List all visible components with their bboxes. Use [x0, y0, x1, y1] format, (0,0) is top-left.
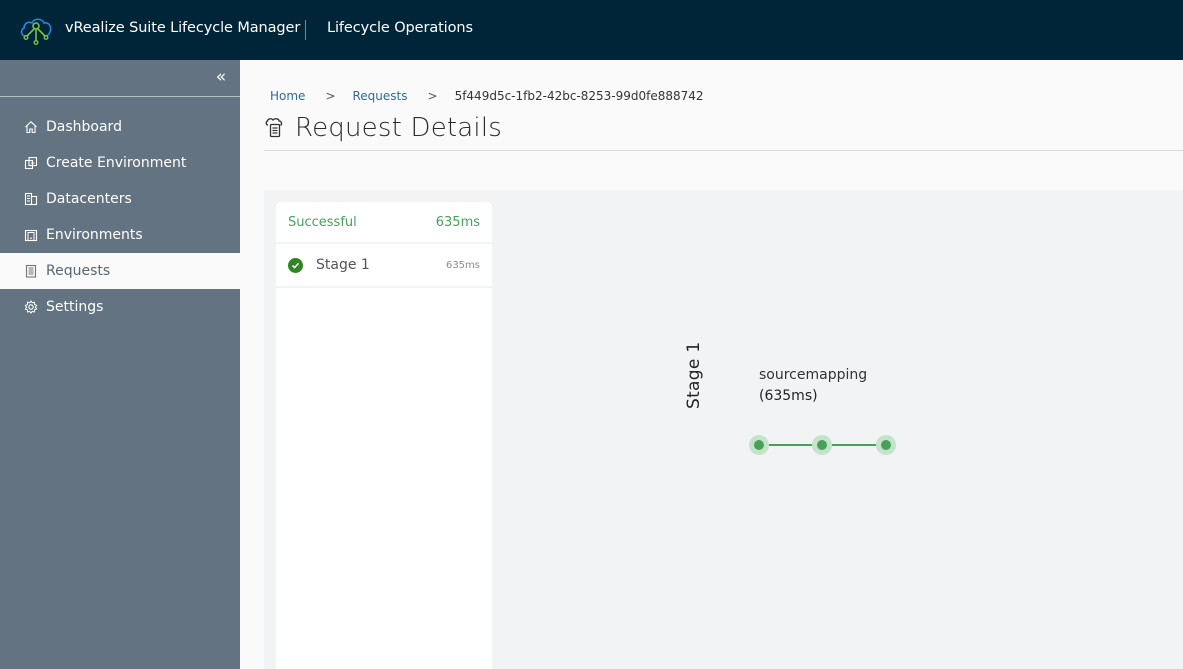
- sidebar-item-label: Create Environment: [46, 155, 186, 171]
- sidebar-item-label: Dashboard: [46, 119, 122, 135]
- graph-node-task[interactable]: [812, 435, 832, 455]
- double-chevron-left-icon: «: [216, 67, 226, 87]
- breadcrumb-home[interactable]: Home: [270, 89, 305, 103]
- sidebar-item-label: Datacenters: [46, 191, 132, 207]
- sidebar: « Dashboard Create Environment Datacente…: [0, 60, 240, 669]
- sidebar-item-datacenters[interactable]: Datacenters: [0, 181, 240, 217]
- request-details-icon: [264, 117, 286, 139]
- sidebar-item-label: Settings: [46, 299, 103, 315]
- stage-graph-label: Stage 1: [684, 342, 704, 409]
- stage-graph: Stage 1 sourcemapping (635ms): [264, 190, 1183, 669]
- title-divider: [264, 150, 1183, 151]
- breadcrumb-separator: >: [428, 89, 438, 103]
- home-icon: [24, 120, 38, 134]
- create-environment-icon: [24, 156, 38, 170]
- building-icon: [24, 192, 38, 206]
- breadcrumb-separator: >: [325, 89, 335, 103]
- cloud-network-icon[interactable]: [19, 14, 53, 46]
- sidebar-divider: [0, 96, 240, 97]
- sidebar-item-label: Environments: [46, 227, 143, 243]
- sidebar-item-requests[interactable]: Requests: [0, 253, 240, 289]
- sidebar-nav: Dashboard Create Environment Datacenters…: [0, 109, 240, 325]
- request-content: Successful 635ms Stage 1 635ms Stage 1 s…: [264, 190, 1183, 669]
- app-title[interactable]: vRealize Suite Lifecycle Manager: [65, 20, 300, 36]
- top-header: vRealize Suite Lifecycle Manager Lifecyc…: [0, 0, 1183, 60]
- page-title-text: Request Details: [295, 113, 502, 143]
- breadcrumb-requests[interactable]: Requests: [353, 89, 408, 103]
- sidebar-item-create-environment[interactable]: Create Environment: [0, 145, 240, 181]
- graph-node-end[interactable]: [876, 435, 896, 455]
- sidebar-item-environments[interactable]: Environments: [0, 217, 240, 253]
- collapse-sidebar-button[interactable]: «: [212, 68, 230, 86]
- graph-node-start[interactable]: [749, 435, 769, 455]
- requests-icon: [24, 264, 38, 278]
- task-name[interactable]: sourcemapping: [759, 367, 867, 383]
- gear-icon: [24, 300, 38, 314]
- sidebar-item-dashboard[interactable]: Dashboard: [0, 109, 240, 145]
- sidebar-item-settings[interactable]: Settings: [0, 289, 240, 325]
- breadcrumb: Home > Requests > 5f449d5c-1fb2-42bc-825…: [270, 89, 704, 103]
- environment-icon: [24, 228, 38, 242]
- sidebar-item-label: Requests: [46, 263, 110, 279]
- task-duration: (635ms): [759, 388, 818, 404]
- section-title: Lifecycle Operations: [327, 20, 473, 36]
- header-divider: [305, 20, 306, 40]
- page-title: Request Details: [264, 113, 502, 143]
- breadcrumb-current: 5f449d5c-1fb2-42bc-8253-99d0fe888742: [455, 89, 704, 103]
